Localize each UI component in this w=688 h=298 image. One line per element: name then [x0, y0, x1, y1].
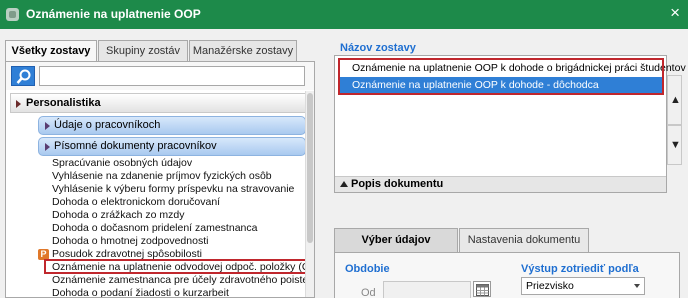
tree-item[interactable]: Dohoda o zrážkach zo mzdy: [52, 209, 184, 222]
from-date-input[interactable]: [383, 281, 471, 298]
close-icon[interactable]: ×: [670, 4, 680, 22]
report-name-list: Oznámenie na uplatnenie OOP k dohode o b…: [334, 55, 686, 193]
sort-select[interactable]: Priezvisko: [521, 277, 645, 295]
tree-item[interactable]: Spracúvanie osobných údajov: [52, 157, 192, 170]
expand-arrow-icon: [16, 100, 21, 108]
expand-arrow-icon: [45, 143, 50, 151]
down-arrow-icon: ▼: [670, 139, 681, 151]
scrollbar-thumb[interactable]: [307, 93, 313, 243]
tree-item[interactable]: Vyhlásenie na zdanenie príjmov fyzických…: [52, 170, 272, 183]
chevron-down-icon: [634, 284, 640, 288]
tab-all-reports[interactable]: Všetky zostavy: [5, 40, 97, 63]
title-bar: Oznámenie na uplatnenie OOP ×: [0, 0, 688, 29]
expand-arrow-icon: [45, 122, 50, 130]
tree-item[interactable]: Dohoda o elektronickom doručovaní: [52, 196, 220, 209]
calendar-button[interactable]: [473, 281, 491, 297]
move-up-button[interactable]: ▲: [667, 75, 682, 125]
tree-group-employee-data[interactable]: Údaje o pracovníkoch: [38, 116, 306, 135]
period-label: Obdobie: [345, 263, 390, 275]
move-down-button[interactable]: ▼: [667, 125, 682, 165]
calendar-icon: [476, 284, 489, 296]
tab-report-groups[interactable]: Skupiny zostáv: [98, 40, 188, 62]
search-button[interactable]: [11, 66, 35, 86]
window-title: Oznámenie na uplatnenie OOP: [26, 7, 201, 21]
sort-output-label: Výstup zotriediť podľa: [521, 263, 639, 275]
tree-group-personalistika[interactable]: Personalistika: [10, 93, 306, 113]
app-icon: [6, 8, 19, 21]
tab-document-settings[interactable]: Nastavenia dokumentu: [459, 228, 589, 252]
tree-scrollbar[interactable]: [305, 91, 314, 297]
collapse-arrow-icon: [340, 181, 348, 187]
tree-item[interactable]: Dohoda o podaní žiadosti o kurzarbeit: [52, 287, 229, 297]
tree-item[interactable]: Dohoda o hmotnej zodpovednosti: [52, 235, 208, 248]
search-icon: [16, 69, 31, 84]
tree-item[interactable]: Dohoda o dočasnom pridelení zamestnanca: [52, 222, 257, 235]
tree-group-written-documents[interactable]: Písomné dokumenty pracovníkov: [38, 137, 306, 156]
sort-select-value: Priezvisko: [526, 280, 574, 292]
report-tree-panel: Personalistika Údaje o pracovníkoch Píso…: [5, 61, 315, 298]
tree-item[interactable]: Oznámenie zamestnanca pre účely zdravotn…: [52, 274, 314, 287]
from-label: Od: [361, 287, 376, 298]
data-selection-form: Obdobie Od Výstup zotriediť podľa Priezv…: [334, 252, 680, 298]
search-row: [6, 62, 314, 90]
tree-item-selected[interactable]: Oznámenie na uplatnenie odvodovej odpoč.…: [52, 261, 314, 274]
up-arrow-icon: ▲: [670, 94, 681, 106]
report-name-label: Názov zostavy: [340, 42, 416, 54]
tab-data-selection[interactable]: Výber údajov: [334, 228, 458, 252]
tree-item[interactable]: Vyhlásenie k výberu formy príspevku na s…: [52, 183, 294, 196]
document-description-toggle[interactable]: Popis dokumentu: [335, 176, 666, 192]
list-highlight-outline: [338, 58, 664, 95]
tab-manager-reports[interactable]: Manažérske zostavy: [189, 40, 297, 62]
search-input[interactable]: [39, 66, 305, 86]
